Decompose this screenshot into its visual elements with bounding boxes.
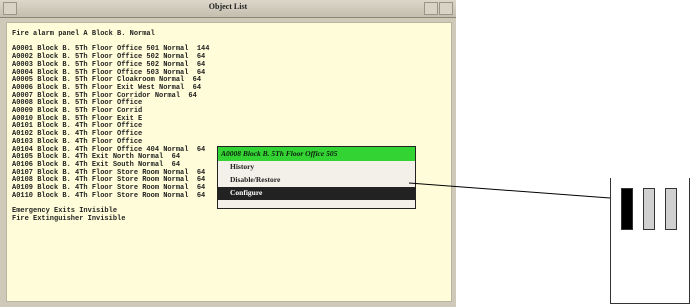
grey-bar-icon: [643, 188, 655, 230]
device-shape: [610, 178, 690, 304]
black-bar-icon: [621, 188, 633, 230]
callout-line: [408, 182, 611, 199]
grey-bar-icon: [665, 188, 677, 230]
